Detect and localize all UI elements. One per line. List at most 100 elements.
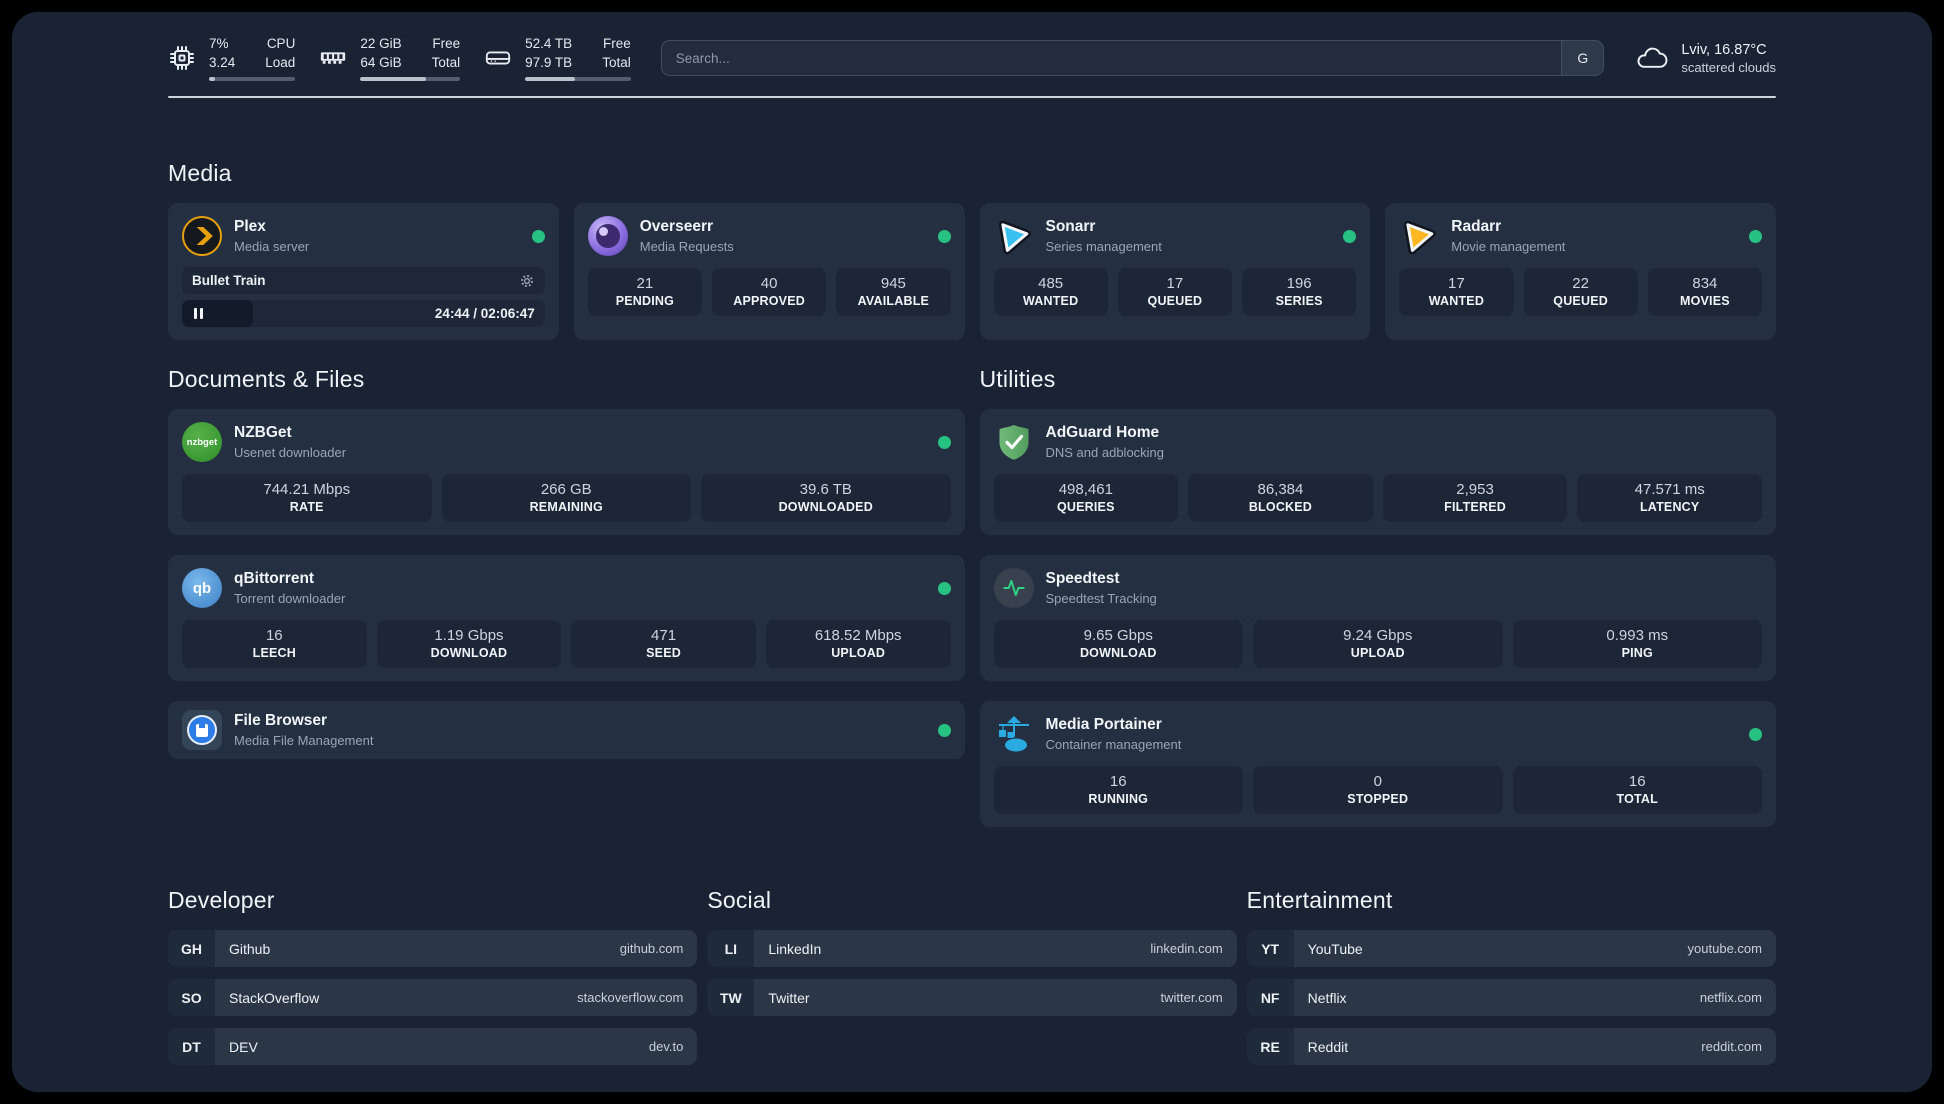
stat-value: 22 [1572,275,1589,292]
app-subtitle: Speedtest Tracking [1045,591,1157,606]
speedtest-icon [993,568,1034,608]
bookmark-name: Github [229,940,271,957]
section-title-documents: Documents & Files [168,366,365,392]
bookmark-abbr: LI [707,930,755,967]
plex-card[interactable]: Plex Media server Bullet Train 24:44 / 0… [168,203,559,340]
memory-total-value: 64 GiB [360,54,402,70]
bookmark-url: reddit.com [1701,1039,1762,1054]
search-engine-button[interactable]: G [1561,41,1604,75]
stat-label: WANTED [1022,294,1079,308]
developer-column: Developer GH Github github.com SO StackOv… [168,887,698,1065]
app-subtitle: Media server [234,239,310,254]
stat-label: APPROVED [733,294,805,308]
adguard-card[interactable]: AdGuard Home DNS and adblocking 498,461 Q… [979,409,1776,535]
stat-value: 196 [1286,275,1312,292]
stat-label: WANTED [1428,294,1485,308]
stat-value: 16 [1628,773,1646,790]
stat-box: 17 WANTED [1399,268,1514,316]
bookmark-linkedin[interactable]: LI LinkedIn linkedin.com [707,930,1237,967]
app-title: qBittorrent [234,570,315,587]
search-input[interactable] [661,41,1562,75]
bookmark-name: StackOverflow [229,989,320,1006]
disk-progress-bar [525,76,631,81]
stat-box: 17 QUEUED [1117,268,1232,316]
sonarr-card[interactable]: Sonarr Series management 485 WANTED 17 QUE… [979,203,1371,340]
stat-label: UPLOAD [831,646,886,660]
radarr-card[interactable]: Radarr Movie management 17 WANTED 22 QUEUE… [1385,203,1776,340]
cpu-load-label: Load [265,54,296,70]
app-title: Overseerr [639,218,714,235]
stat-box: 86,384 BLOCKED [1188,474,1373,522]
app-subtitle: Torrent downloader [234,591,346,606]
section-title-developer: Developer [168,887,275,913]
stat-label: REMAINING [529,500,603,514]
bookmark-url: netflix.com [1699,990,1762,1005]
stat-label: RATE [289,500,324,514]
app-title: File Browser [234,712,328,729]
stat-value: 2,953 [1456,481,1494,498]
portainer-card[interactable]: Media Portainer Container management 16 R… [979,701,1776,827]
playback-progress-bar[interactable]: 24:44 / 02:06:47 [182,300,545,327]
stat-box: 16 TOTAL [1512,766,1762,814]
bookmark-github[interactable]: GH Github github.com [168,930,698,967]
bookmark-youtube[interactable]: YT YouTube youtube.com [1246,930,1776,967]
dashboard-panel: 7% 3.24 CPU Load 22 GiB 64 GiB Free Tota… [12,12,1932,1092]
status-online-dot [1749,727,1762,741]
bookmark-name: Twitter [768,989,810,1006]
bookmark-url: linkedin.com [1150,941,1223,956]
stat-label: UPLOAD [1350,646,1405,660]
app-title: Plex [234,218,266,235]
cpu-load-value: 3.24 [209,54,236,70]
bookmark-name: DEV [229,1038,258,1055]
bookmark-stackoverflow[interactable]: SO StackOverflow stackoverflow.com [168,979,698,1016]
stat-label: AVAILABLE [857,294,930,308]
bookmark-name: YouTube [1307,940,1363,957]
sonarr-icon [994,216,1034,256]
bookmark-url: twitter.com [1160,990,1223,1005]
stat-value: 9.24 Gbps [1343,627,1413,644]
qbittorrent-card[interactable]: qb qBittorrent Torrent downloader 16 LEEC… [168,555,965,681]
stat-box: 485 WANTED [993,268,1108,316]
memory-widget: 22 GiB 64 GiB Free Total [319,35,461,81]
stat-value: 16 [1109,773,1127,790]
top-bar: 7% 3.24 CPU Load 22 GiB 64 GiB Free Tota… [168,12,1776,82]
stat-value: 39.6 TB [799,481,852,498]
stat-value: 0 [1373,773,1382,790]
documents-column: Documents & Files nzbget NZBGet Usenet d… [168,366,965,759]
qbittorrent-icon: qb [182,568,222,608]
overseerr-card[interactable]: Overseerr Media Requests 21 PENDING 40 APP… [573,203,965,340]
gear-icon[interactable] [519,273,535,289]
app-subtitle: Usenet downloader [234,445,347,460]
pause-icon[interactable] [194,308,203,319]
stat-value: 9.65 Gbps [1083,627,1153,644]
stat-label: PING [1621,646,1653,660]
disk-widget: 52.4 TB 97.9 TB Free Total [484,35,631,81]
cpu-widget: 7% 3.24 CPU Load [168,35,296,81]
speedtest-card[interactable]: Speedtest Speedtest Tracking 9.65 Gbps DO… [979,555,1776,681]
stat-label: RUNNING [1088,792,1149,806]
filebrowser-card[interactable]: File Browser Media File Management [168,701,965,759]
app-subtitle: Media File Management [234,733,374,748]
stat-box: 618.52 Mbps UPLOAD [765,620,951,668]
bookmark-reddit[interactable]: RE Reddit reddit.com [1246,1028,1776,1065]
memory-free-value: 22 GiB [360,36,402,52]
stat-label: DOWNLOAD [1079,646,1157,660]
stat-label: QUEUED [1147,294,1203,308]
radarr-icon [1399,216,1439,256]
stat-label: TOTAL [1616,792,1658,806]
stat-value: 744.21 Mbps [263,481,351,498]
disk-icon [486,51,511,65]
cpu-progress-bar [209,76,296,81]
stat-box: 498,461 QUERIES [993,474,1179,522]
bookmark-twitter[interactable]: TW Twitter twitter.com [707,979,1237,1016]
bookmark-netflix[interactable]: NF Netflix netflix.com [1246,979,1776,1016]
bookmark-dev[interactable]: DT DEV dev.to [168,1028,698,1065]
memory-total-label: Total [431,54,461,70]
nzbget-card[interactable]: nzbget NZBGet Usenet downloader 744.21 M… [168,409,965,535]
overseerr-icon [587,216,628,256]
bookmark-url: stackoverflow.com [577,990,684,1005]
stat-label: MOVIES [1679,294,1730,308]
section-title-social: Social [707,887,772,913]
app-subtitle: DNS and adblocking [1045,445,1165,460]
bookmark-abbr: NF [1246,979,1294,1016]
